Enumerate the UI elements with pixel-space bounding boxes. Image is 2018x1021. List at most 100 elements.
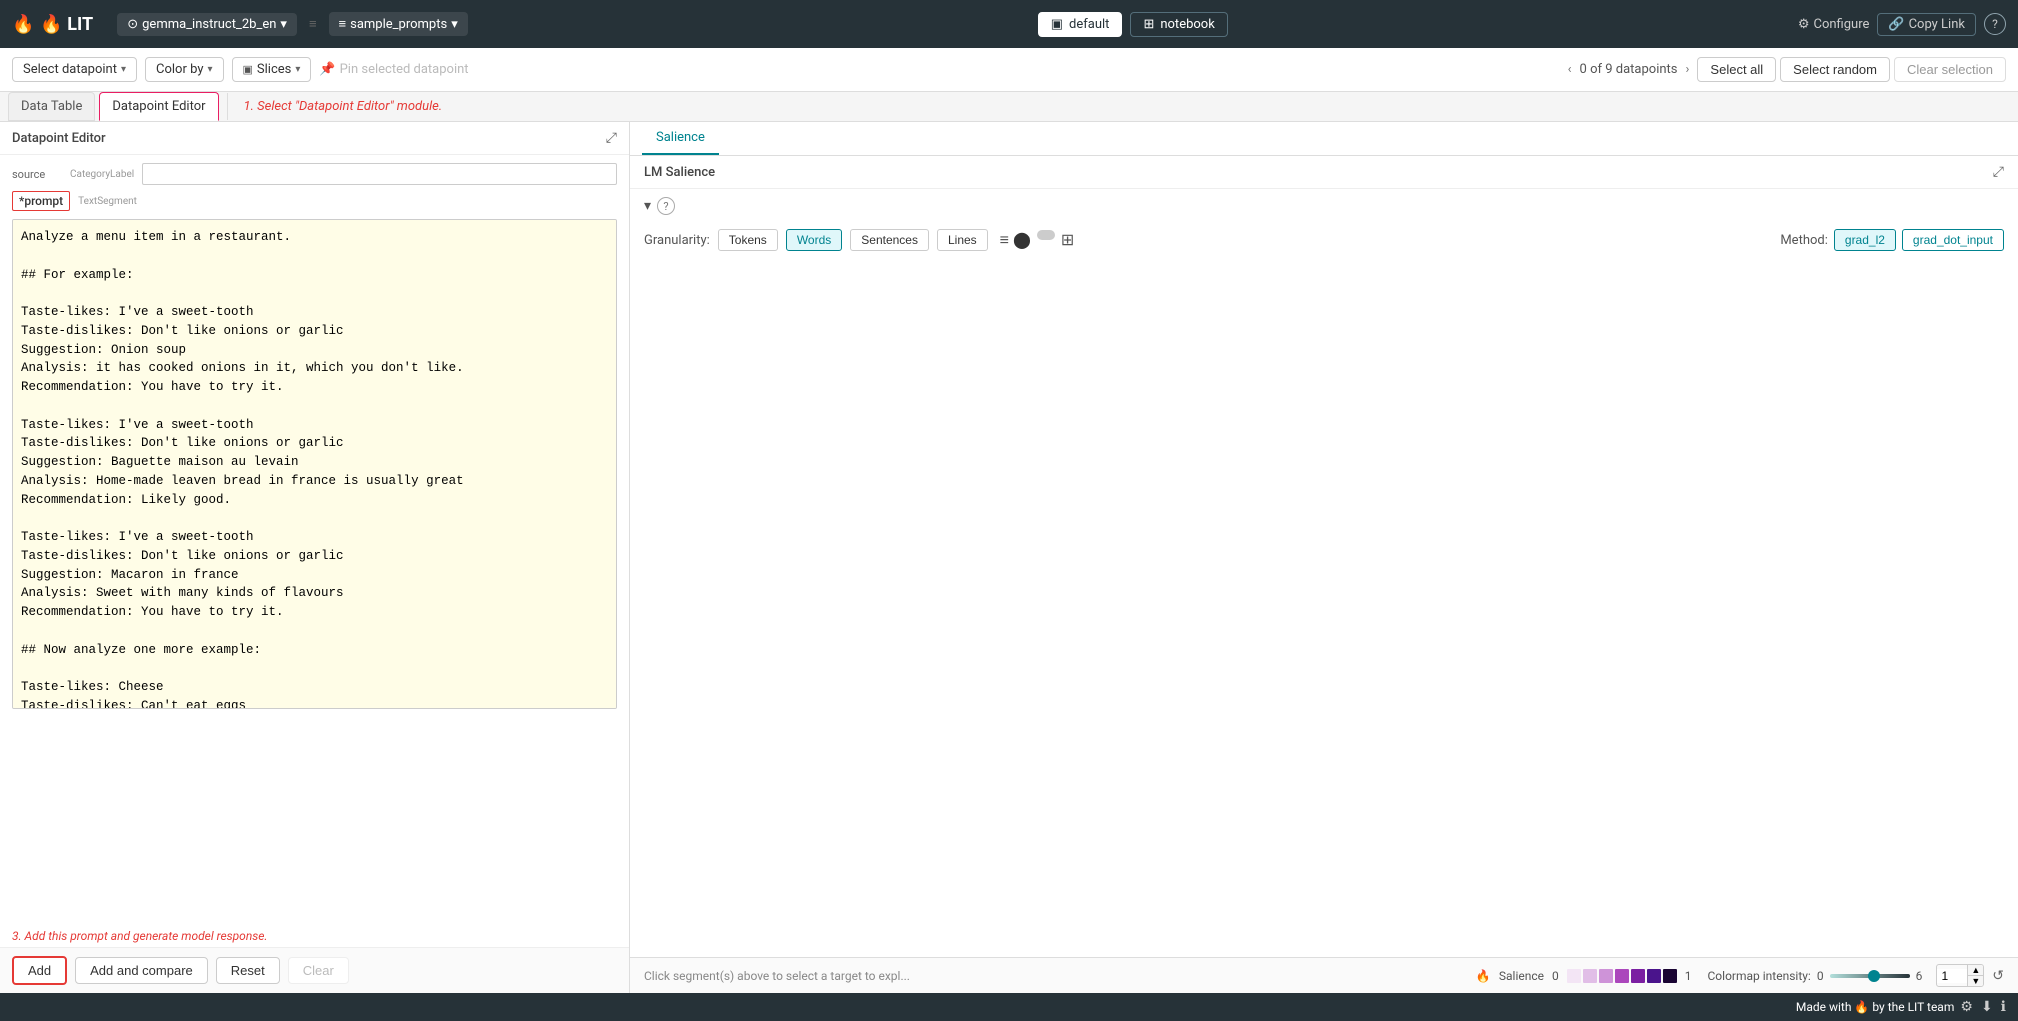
lm-salience-header: LM Salience ⤢ xyxy=(630,156,2018,189)
nav-left-arrow[interactable]: ‹ xyxy=(1564,60,1576,79)
prompt-type: TextSegment xyxy=(78,196,137,207)
copy-link-button[interactable]: 🔗 Copy Link xyxy=(1877,13,1976,36)
lm-help-button[interactable]: ? xyxy=(657,197,675,215)
data-table-label: Data Table xyxy=(21,99,82,114)
color-by-chevron-icon: ▾ xyxy=(207,64,212,75)
dataset-selector[interactable]: ≡ sample_prompts ▾ xyxy=(329,12,468,36)
intensity-min: 0 xyxy=(1817,969,1824,983)
source-field-row: source CategoryLabel xyxy=(12,163,617,185)
select-all-button[interactable]: Select all xyxy=(1697,57,1776,82)
help-button[interactable]: ? xyxy=(1984,13,2006,35)
method-controls: Method: grad_l2 grad_dot_input xyxy=(1780,229,2004,251)
salience-content-area xyxy=(630,257,2018,957)
top-nav: 🔥 🔥 LIT ⊙ gemma_instruct_2b_en ▾ ≡ ≡ sam… xyxy=(0,0,2018,48)
prompt-label-box: *prompt TextSegment xyxy=(12,191,137,211)
footer-made-with: Made with xyxy=(1796,1000,1852,1014)
stepper-down-button[interactable]: ▼ xyxy=(1968,976,1983,986)
stepper-up-button[interactable]: ▲ xyxy=(1968,965,1983,976)
nav-right-arrow[interactable]: › xyxy=(1682,60,1694,79)
reset-button[interactable]: Reset xyxy=(216,957,280,984)
expand-icon[interactable]: ⤢ xyxy=(606,130,617,146)
nav-tag-notebook[interactable]: ⊞ notebook xyxy=(1130,12,1227,37)
source-input[interactable] xyxy=(142,163,617,185)
nav-tags: ▣ default ⊞ notebook xyxy=(476,12,1790,37)
tab-datapoint-editor[interactable]: Datapoint Editor xyxy=(99,92,218,121)
colormap-intensity: Colormap intensity: 0 6 xyxy=(1708,969,1923,983)
question-mark-icon: ? xyxy=(1992,17,1998,31)
app-title: 🔥 LIT xyxy=(40,14,93,35)
granularity-sentences-button[interactable]: Sentences xyxy=(850,229,929,251)
tab-data-table[interactable]: Data Table xyxy=(8,92,95,121)
lm-dropdown-icon[interactable]: ▾ xyxy=(644,198,651,214)
left-panel: Datapoint Editor ⤢ source CategoryLabel … xyxy=(0,122,630,993)
gear-icon: ⚙ xyxy=(1798,17,1810,32)
pin-datapoint-button[interactable]: 📌 Pin selected datapoint xyxy=(319,62,468,77)
info-icon[interactable]: ℹ xyxy=(2001,999,2006,1015)
lm-expand-icon[interactable]: ⤢ xyxy=(1993,164,2004,180)
granularity-words-button[interactable]: Words xyxy=(786,229,842,251)
select-random-button[interactable]: Select random xyxy=(1780,57,1890,82)
datapoint-editor-label: Datapoint Editor xyxy=(112,99,205,114)
add-button[interactable]: Add xyxy=(12,956,67,985)
toggle-track xyxy=(1037,230,1055,240)
nav-separator: ≡ xyxy=(309,16,317,32)
granularity-icons: ≡ ⬤ ⊞ xyxy=(1000,230,1075,250)
color-box-3 xyxy=(1599,969,1613,983)
flame-icon: 🔥 xyxy=(12,14,34,35)
clear-button[interactable]: Clear xyxy=(288,957,349,984)
method-grad-l2-button[interactable]: grad_l2 xyxy=(1834,229,1896,251)
source-label: source xyxy=(12,168,62,181)
link-icon: 🔗 xyxy=(1888,17,1904,32)
footer-team: by the LIT team xyxy=(1872,1000,1954,1014)
add-compare-button[interactable]: Add and compare xyxy=(75,957,208,984)
color-box-4 xyxy=(1615,969,1629,983)
dataset-icon: ≡ xyxy=(339,16,347,32)
stepper-input[interactable] xyxy=(1937,969,1967,983)
select-datapoint-button[interactable]: Select datapoint ▾ xyxy=(12,57,137,82)
prompt-textarea[interactable]: Analyze a menu item in a restaurant. ## … xyxy=(12,219,617,709)
salience-label: Salience xyxy=(1499,969,1544,983)
bottom-actions: Add Add and compare Reset Clear xyxy=(0,947,629,993)
salience-icon: 🔥 xyxy=(1476,969,1491,983)
right-panel: Salience LM Salience ⤢ ▾ ? Granularity: … xyxy=(630,122,2018,993)
prompt-row: *prompt TextSegment xyxy=(12,191,617,211)
granularity-lines-button[interactable]: Lines xyxy=(937,229,988,251)
colormap-intensity-label: Colormap intensity: xyxy=(1708,969,1811,983)
default-tag-label: default xyxy=(1069,17,1109,32)
nav-tag-default[interactable]: ▣ default xyxy=(1038,12,1123,37)
list-icon[interactable]: ≡ xyxy=(1000,230,1009,250)
download-icon[interactable]: ⬇ xyxy=(1981,999,1993,1015)
intensity-max: 6 xyxy=(1916,969,1923,983)
slices-button[interactable]: ▣ Slices ▾ xyxy=(232,57,312,82)
granularity-tokens-button[interactable]: Tokens xyxy=(718,229,778,251)
dataset-chevron-icon: ▾ xyxy=(451,17,458,32)
settings-icon[interactable]: ⚙ xyxy=(1960,999,1973,1015)
color-box-2 xyxy=(1583,969,1597,983)
grid-icon[interactable]: ⊞ xyxy=(1061,230,1074,250)
step3-hint-row: 3. Add this prompt and generate model re… xyxy=(0,925,629,947)
dataset-name: sample_prompts xyxy=(350,17,447,32)
color-by-button[interactable]: Color by ▾ xyxy=(145,57,224,82)
refresh-icon[interactable]: ↺ xyxy=(1992,968,2004,984)
color-box-5 xyxy=(1631,969,1645,983)
notebook-grid-icon: ⊞ xyxy=(1143,17,1154,32)
main-layout: Datapoint Editor ⤢ source CategoryLabel … xyxy=(0,122,2018,993)
color-box-1 xyxy=(1567,969,1581,983)
method-grad-dot-button[interactable]: grad_dot_input xyxy=(1902,229,2004,251)
circle-icon[interactable]: ⬤ xyxy=(1013,230,1031,250)
right-tabs: Salience xyxy=(630,122,2018,156)
intensity-thumb[interactable] xyxy=(1868,970,1880,982)
colormap-boxes xyxy=(1567,969,1677,983)
slices-label: Slices xyxy=(257,62,291,77)
stepper: ▲ ▼ xyxy=(1936,964,1984,987)
clear-selection-button[interactable]: Clear selection xyxy=(1894,57,2006,82)
footer-flame-icon: 🔥 xyxy=(1854,1000,1869,1014)
granularity-row: Granularity: Tokens Words Sentences Line… xyxy=(630,223,2018,257)
tab-salience[interactable]: Salience xyxy=(642,122,719,155)
model-selector[interactable]: ⊙ gemma_instruct_2b_en ▾ xyxy=(117,13,297,36)
configure-button[interactable]: ⚙ Configure xyxy=(1798,17,1870,32)
select-datapoint-chevron-icon: ▾ xyxy=(121,64,126,75)
dp-editor-title: Datapoint Editor xyxy=(12,131,106,146)
method-label: Method: xyxy=(1780,233,1828,248)
left-tabs: Data Table Datapoint Editor xyxy=(0,92,227,121)
